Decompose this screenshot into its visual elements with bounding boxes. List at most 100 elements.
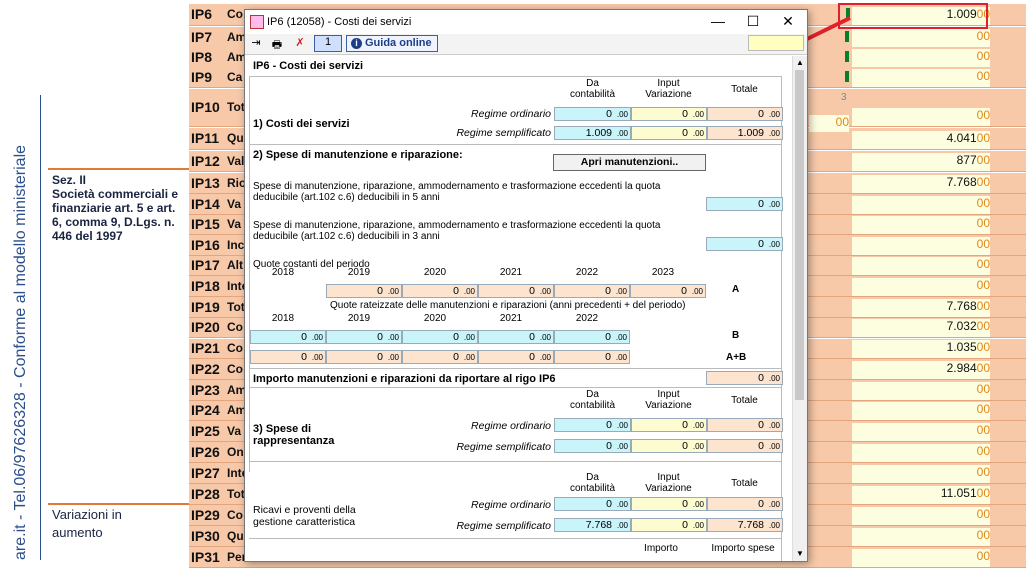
dialog-titlebar[interactable]: IP6 (12058) - Costi dei servizi — ☐ ✕: [245, 10, 807, 34]
bg-row-value[interactable]: 00: [852, 507, 990, 525]
bg-row-value[interactable]: 00: [852, 423, 990, 441]
bg-row-text: Va: [227, 196, 242, 211]
s2-val-5-anni[interactable]: 0: [706, 197, 783, 211]
bg-row-value[interactable]: 00: [852, 237, 990, 255]
s4-regime-semplificato: Regime semplificato: [456, 520, 551, 532]
ab-value[interactable]: 0: [326, 350, 402, 364]
bg-row-text: Ric: [227, 175, 246, 190]
s3-ord-input[interactable]: 0: [631, 418, 707, 432]
bg-row-text: Co: [227, 507, 243, 522]
bg-row-value[interactable]: 00: [852, 549, 990, 567]
bg-row10-number: 3: [841, 92, 847, 103]
delete-icon[interactable]: ✗: [292, 36, 308, 50]
scroll-down-icon[interactable]: ▼: [793, 547, 807, 561]
bg-row-value[interactable]: 00: [852, 465, 990, 483]
a-value[interactable]: 0: [630, 284, 706, 298]
dialog-title: IP6 (12058) - Costi dei servizi: [267, 16, 412, 28]
b-value[interactable]: 0: [554, 330, 630, 344]
a-value[interactable]: 0: [554, 284, 630, 298]
s4-title: Ricavi e proventi della gestione caratte…: [253, 504, 356, 528]
scroll-up-icon[interactable]: ▲: [793, 56, 807, 70]
s1-sem-tot: 1.009: [707, 126, 783, 140]
info-icon: i: [351, 38, 362, 49]
close-button[interactable]: ✕: [773, 13, 803, 31]
bg-row-value[interactable]: 4.04100: [852, 131, 990, 149]
bg-row-code: IP25: [191, 422, 220, 439]
s3-sem-input[interactable]: 0: [631, 439, 707, 453]
page-number-field[interactable]: 1: [314, 35, 342, 52]
apri-manutenzioni-button[interactable]: Apri manutenzioni..: [553, 154, 706, 171]
s4-sem-da[interactable]: 7.768: [554, 518, 631, 532]
s4-sem-input[interactable]: 0: [631, 518, 707, 532]
ab-value[interactable]: 0: [250, 350, 326, 364]
bg-row-value[interactable]: 00: [852, 69, 990, 87]
col-header-totale: Totale: [731, 84, 758, 95]
bg-row-decimals: 00: [976, 382, 990, 396]
maximize-button[interactable]: ☐: [738, 13, 768, 31]
s2-val-3-anni[interactable]: 0: [706, 237, 783, 251]
bg-row11-left-value[interactable]: 00: [809, 115, 849, 132]
toolbar-input[interactable]: [748, 35, 804, 51]
bg-row-value[interactable]: 7.76800: [852, 175, 990, 193]
ab-value[interactable]: 0: [402, 350, 478, 364]
bg-row-value[interactable]: 7.76800: [852, 299, 990, 317]
ab-value[interactable]: 0: [478, 350, 554, 364]
a-value[interactable]: 0: [326, 284, 402, 298]
s1-ord-da[interactable]: 0: [554, 107, 631, 121]
bg-row-value[interactable]: 00: [852, 29, 990, 47]
bg-row-value[interactable]: 11.05100: [852, 486, 990, 504]
bg-row-value[interactable]: 00: [852, 196, 990, 214]
bg-row-code: IP13: [191, 174, 220, 191]
s1-sem-da[interactable]: 1.009: [554, 126, 631, 140]
s3-ord-da[interactable]: 0: [554, 418, 631, 432]
bg-row-value[interactable]: 87700: [852, 153, 990, 171]
minimize-button[interactable]: —: [703, 13, 733, 31]
bg-row-value[interactable]: 00: [852, 444, 990, 462]
b-value[interactable]: 0: [250, 330, 326, 344]
col-header-input: Input Variazione: [645, 472, 692, 494]
s3-sem-da[interactable]: 0: [554, 439, 631, 453]
col-header-importo-spese: Importo spese: [711, 543, 775, 554]
bg-row-code: IP31: [191, 548, 220, 565]
bg-row-decimals: 00: [976, 237, 990, 251]
bg-row-value[interactable]: 00: [852, 257, 990, 275]
bg-row-code: IP10: [191, 99, 220, 115]
s1-ord-input[interactable]: 0: [631, 107, 707, 121]
s4-ord-da[interactable]: 0: [554, 497, 631, 511]
bg-row-value[interactable]: 00: [852, 402, 990, 420]
a-value[interactable]: 0: [402, 284, 478, 298]
col-header-totale: Totale: [731, 395, 758, 406]
b-value[interactable]: 0: [326, 330, 402, 344]
bg-row-value[interactable]: 00: [852, 108, 990, 126]
b-value[interactable]: 0: [478, 330, 554, 344]
scroll-thumb[interactable]: [795, 70, 804, 400]
ab-value[interactable]: 0: [554, 350, 630, 364]
dialog-scrollbar[interactable]: ▲ ▼: [792, 56, 807, 561]
bg-row-value[interactable]: 00: [852, 382, 990, 400]
bg-row-code: IP20: [191, 319, 220, 335]
divider: [249, 387, 781, 388]
bg-row-value[interactable]: 00: [852, 216, 990, 234]
bg-row-code: IP27: [191, 464, 220, 481]
print-icon[interactable]: 🖶: [269, 36, 285, 51]
quote-rateizzate-label: Quote rateizzate delle manutenzioni e ri…: [330, 300, 686, 311]
variazioni-label: Variazioni in aumento: [52, 507, 122, 540]
bg-row-value[interactable]: 2.98400: [852, 361, 990, 379]
bg-row-value[interactable]: 00: [852, 278, 990, 296]
s4-ord-input[interactable]: 0: [631, 497, 707, 511]
b-value[interactable]: 0: [402, 330, 478, 344]
bg-row-value[interactable]: 1.03500: [852, 340, 990, 358]
a-value[interactable]: 0: [478, 284, 554, 298]
bg-row-value[interactable]: 00: [852, 49, 990, 67]
bg-row-text: Val: [227, 153, 245, 168]
guida-online-button[interactable]: i Guida online: [346, 35, 438, 52]
bg-row-text: Co: [227, 361, 243, 376]
bg-row-value[interactable]: 7.03200: [852, 319, 990, 337]
col-header-da: Da contabilità: [569, 78, 616, 100]
bg-row-value-number: 11.051: [940, 486, 977, 500]
bg-row-text: Co: [227, 7, 243, 21]
s1-sem-input[interactable]: 0: [631, 126, 707, 140]
bg-row-value[interactable]: 00: [852, 528, 990, 546]
year-label: 2022: [575, 313, 599, 324]
export-icon[interactable]: ⇥: [248, 36, 264, 50]
